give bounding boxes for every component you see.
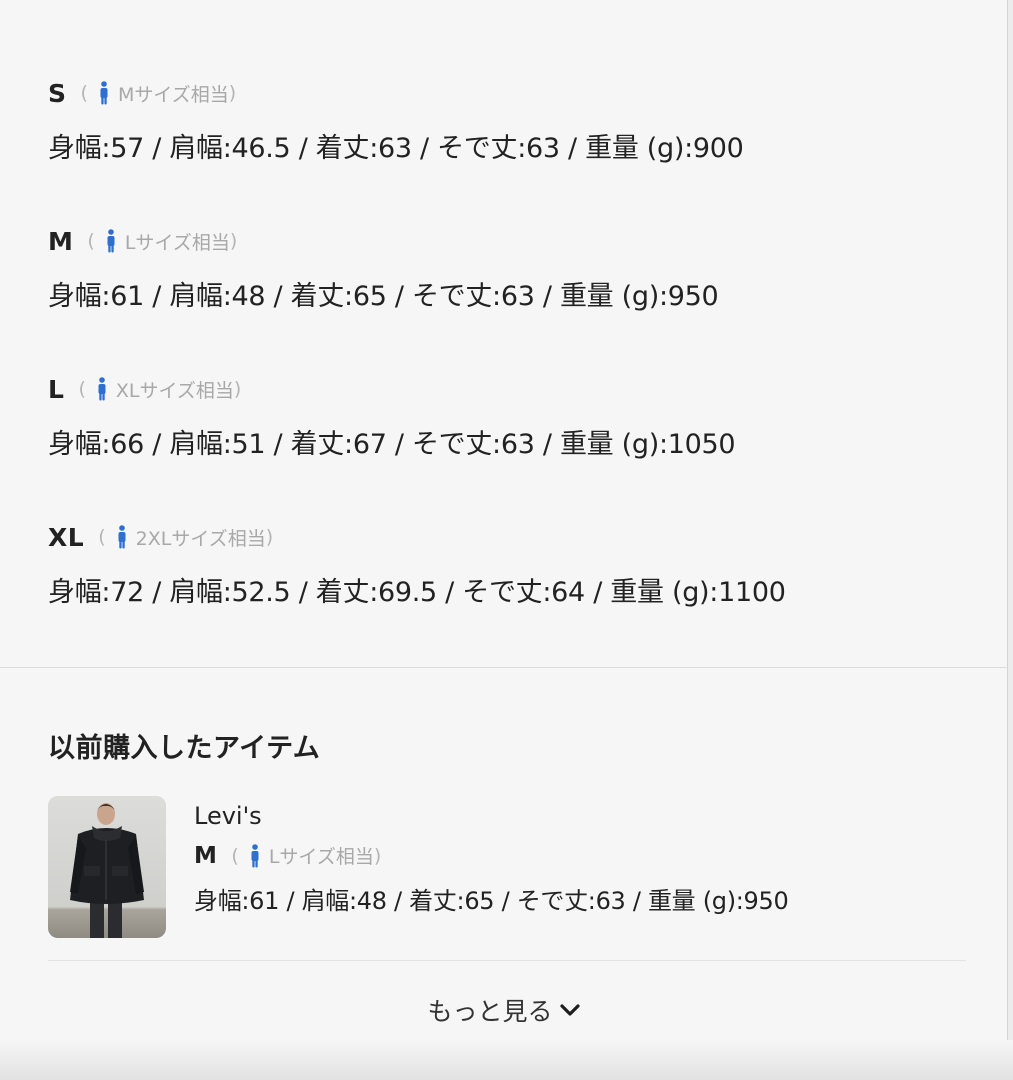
item-size-label: M [194,842,218,869]
size-measurements: 身幅:57 / 肩幅:46.5 / 着丈:63 / そで丈:63 / 重量 (g… [48,133,744,164]
item-info: Levi's M ( Lサイズ相当 ) 身幅:61 / 肩幅:48 / 着丈:6… [194,796,789,916]
size-equivalent: ( Lサイズ相当 ) [87,228,237,255]
item-size-equivalent: ( Lサイズ相当 ) [231,842,381,869]
paren-close: ) [265,526,274,548]
paren-open: ( [87,230,95,252]
size-header: L ( XLサイズ相当 ) [48,374,735,404]
item-size-header: M ( Lサイズ相当 ) [194,842,788,869]
paren-open: ( [98,526,106,548]
size-equivalent-text: 2XLサイズ相当 [135,527,266,550]
size-label: L [48,374,65,404]
size-block-m: M ( Lサイズ相当 ) 身幅:61 / 肩幅:48 / 着丈:65 / そで丈… [48,226,719,313]
person-icon [118,525,126,549]
previous-purchase-title: 以前購入したアイテム [48,733,321,764]
item-divider [48,960,966,961]
size-header: S ( Mサイズ相当 ) [48,78,744,108]
bottom-shadow [0,1040,1013,1080]
paren-open: ( [80,82,88,104]
paren-open: ( [231,844,239,867]
size-measurements: 身幅:61 / 肩幅:48 / 着丈:65 / そで丈:63 / 重量 (g):… [48,281,719,312]
see-more-button[interactable]: もっと見る [0,992,1008,1028]
person-icon [107,229,115,253]
person-icon [251,843,259,867]
size-label: S [48,78,67,108]
size-equivalent: ( Mサイズ相当 ) [80,80,237,107]
size-equivalent: ( 2XLサイズ相当 ) [98,524,273,551]
size-block-s: S ( Mサイズ相当 ) 身幅:57 / 肩幅:46.5 / 着丈:63 / そ… [48,78,744,165]
paren-close: ) [233,378,242,400]
product-photo-image [48,796,166,938]
chevron-down-icon [559,1004,580,1016]
paren-close: ) [228,82,237,104]
section-divider [0,667,1008,668]
size-measurements: 身幅:66 / 肩幅:51 / 着丈:67 / そで丈:63 / 重量 (g):… [48,429,736,460]
size-guide-panel: S ( Mサイズ相当 ) 身幅:57 / 肩幅:46.5 / 着丈:63 / そ… [0,0,1008,1078]
size-equivalent: ( XLサイズ相当 ) [78,376,241,403]
size-block-xl: XL ( 2XLサイズ相当 ) 身幅:72 / 肩幅:52.5 / 着丈:69.… [48,522,786,609]
paren-close: ) [373,844,382,867]
size-block-l: L ( XLサイズ相当 ) 身幅:66 / 肩幅:51 / 着丈:67 / そで… [48,374,736,461]
product-thumbnail[interactable] [48,796,166,938]
see-more-label: もっと見る [427,997,553,1026]
item-size-equivalent-text: Lサイズ相当 [268,846,374,868]
paren-close: ) [229,230,238,252]
size-measurements: 身幅:72 / 肩幅:52.5 / 着丈:69.5 / そで丈:64 / 重量 … [48,577,786,608]
size-header: M ( Lサイズ相当 ) [48,226,718,256]
previous-purchase-item[interactable]: Levi's M ( Lサイズ相当 ) 身幅:61 / 肩幅:48 / 着丈:6… [48,796,968,940]
paren-open: ( [78,378,86,400]
size-equivalent-text: XLサイズ相当 [115,379,234,402]
item-measurements: 身幅:61 / 肩幅:48 / 着丈:65 / そで丈:63 / 重量 (g):… [194,887,789,915]
size-label: XL [48,522,85,552]
size-label: M [48,226,74,256]
person-icon [100,81,108,105]
size-equivalent-text: Lサイズ相当 [124,231,230,254]
size-equivalent-text: Mサイズ相当 [117,83,229,106]
person-icon [98,377,106,401]
item-brand: Levi's [194,802,262,830]
size-header: XL ( 2XLサイズ相当 ) [48,522,786,552]
